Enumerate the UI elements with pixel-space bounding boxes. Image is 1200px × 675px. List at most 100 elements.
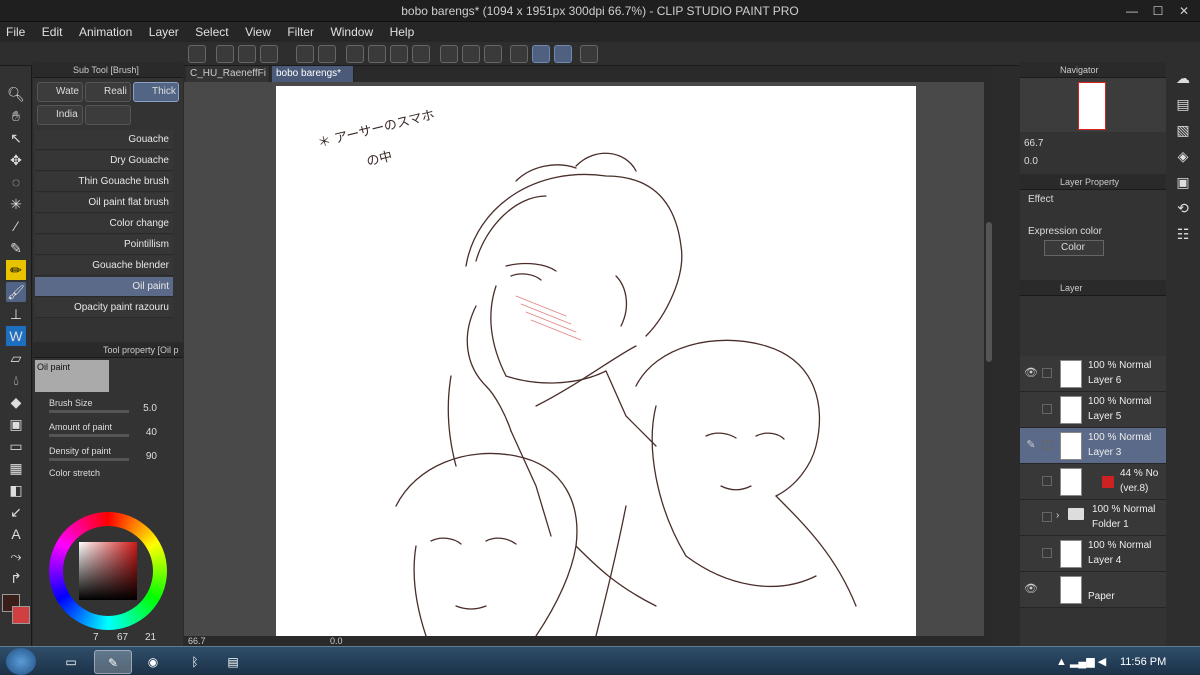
layer-row-ver8[interactable]: 44 % No (ver.8) xyxy=(1020,464,1166,500)
brush-oil-paint[interactable]: Oil paint xyxy=(35,277,173,297)
layer-row-paper[interactable]: 👁︎ Paper xyxy=(1020,572,1166,608)
canvas-area[interactable]: ＊ アーサーのスマホ の中 xyxy=(184,82,984,636)
maximize-button[interactable]: ☐ xyxy=(1150,3,1166,19)
menu-animation[interactable]: Animation xyxy=(73,22,138,42)
move-layer-icon[interactable]: ✥ xyxy=(6,150,26,170)
menu-select[interactable]: Select xyxy=(189,22,234,42)
minimize-button[interactable]: — xyxy=(1124,3,1140,19)
decoration-icon[interactable]: W xyxy=(6,326,26,346)
show-selection-icon[interactable] xyxy=(484,45,502,63)
eye-icon[interactable]: 👁︎ xyxy=(1024,582,1038,596)
lasso-tool-icon[interactable]: ◌ xyxy=(6,172,26,192)
expression-color-dropdown[interactable]: Color xyxy=(1044,240,1104,256)
brush-pointillism[interactable]: Pointillism xyxy=(35,235,173,255)
redo-icon[interactable] xyxy=(318,45,336,63)
save-icon[interactable] xyxy=(260,45,278,63)
menu-layer[interactable]: Layer xyxy=(143,22,185,42)
folder-expand-icon[interactable]: › xyxy=(1056,510,1059,521)
text-tool-icon[interactable]: A xyxy=(6,524,26,544)
layer-property-icon[interactable]: ☷ xyxy=(1173,224,1193,244)
hand-tool-icon[interactable]: ✋︎ xyxy=(6,106,26,126)
drawing-paper[interactable]: ＊ アーサーのスマホ の中 xyxy=(276,86,916,636)
fill-tool-icon[interactable]: ◆ xyxy=(6,392,26,412)
status-zoom[interactable]: 66.7 xyxy=(188,636,206,646)
zoom-tool-icon[interactable]: 🔍︎ xyxy=(6,84,26,104)
navigator-preview[interactable] xyxy=(1020,78,1166,132)
canvas-vertical-scrollbar[interactable] xyxy=(984,82,994,636)
navigator-panel-icon[interactable]: ▤ xyxy=(1173,94,1193,114)
close-button[interactable]: ✕ xyxy=(1176,3,1192,19)
blend-icon[interactable]: 💧︎ xyxy=(6,370,26,390)
airbrush-icon[interactable]: ⊥ xyxy=(6,304,26,324)
undo-icon[interactable] xyxy=(296,45,314,63)
layer-panel-icon[interactable]: ◈ xyxy=(1173,146,1193,166)
prop-brush-size-value[interactable]: 5.0 xyxy=(143,403,157,414)
ruler-icon[interactable]: ◧ xyxy=(6,480,26,500)
firefox-icon[interactable]: ◉ xyxy=(134,650,172,674)
snap-ruler-icon[interactable] xyxy=(510,45,528,63)
menu-view[interactable]: View xyxy=(239,22,277,42)
clear-outside-icon[interactable] xyxy=(368,45,386,63)
layer-row-layer-3[interactable]: ✎ 100 % Normal Layer 3 xyxy=(1020,428,1166,464)
subtool-group-india[interactable]: India xyxy=(37,105,83,125)
subview-icon[interactable]: ▧ xyxy=(1173,120,1193,140)
tab-c-hu[interactable]: C_HU_RaeneffFi xyxy=(186,66,270,82)
lock-checkbox[interactable] xyxy=(1042,476,1052,486)
open-file-icon[interactable] xyxy=(238,45,256,63)
subtool-group-watercolor[interactable]: Wate xyxy=(37,82,83,102)
color-wheel[interactable] xyxy=(49,512,167,630)
object-tool-icon[interactable]: ↖ xyxy=(6,128,26,148)
eyedropper-icon[interactable]: ⁄ xyxy=(6,216,26,236)
deselect-icon[interactable] xyxy=(440,45,458,63)
subtool-group-thick[interactable]: Thick xyxy=(133,82,179,102)
layer-row-layer-5[interactable]: 100 % Normal Layer 5 xyxy=(1020,392,1166,428)
prop-brush-size-slider[interactable] xyxy=(49,410,129,413)
subtool-group-realistic[interactable]: Reali xyxy=(85,82,131,102)
navigator-viewport[interactable] xyxy=(1078,82,1106,130)
brush-gouache-blender[interactable]: Gouache blender xyxy=(35,256,173,276)
brush-tool-icon[interactable]: 🖌︎ xyxy=(6,282,26,302)
auto-action-icon[interactable]: ▣ xyxy=(1173,172,1193,192)
lock-checkbox[interactable] xyxy=(1042,548,1052,558)
prop-brush-size[interactable]: Brush Size 5.0 xyxy=(43,398,173,418)
lock-checkbox[interactable] xyxy=(1042,440,1052,450)
status-angle[interactable]: 0.0 xyxy=(330,636,343,646)
subtool-group-extra[interactable] xyxy=(85,105,131,125)
pen-tool-icon[interactable]: ✎ xyxy=(6,238,26,258)
canvas-vertical-scroll-thumb[interactable] xyxy=(986,222,992,362)
auto-select-icon[interactable]: ✳ xyxy=(6,194,26,214)
material-icon[interactable]: ☁ xyxy=(1173,68,1193,88)
prop-amount-paint-value[interactable]: 40 xyxy=(146,427,157,438)
snap-grid-icon[interactable] xyxy=(554,45,572,63)
menu-edit[interactable]: Edit xyxy=(36,22,69,42)
menu-filter[interactable]: Filter xyxy=(281,22,320,42)
brush-gouache[interactable]: Gouache xyxy=(35,130,173,150)
brush-thin-gouache[interactable]: Thin Gouache brush xyxy=(35,172,173,192)
frame-icon[interactable]: ▦ xyxy=(6,458,26,478)
new-file-icon[interactable] xyxy=(216,45,234,63)
brush-color-change[interactable]: Color change xyxy=(35,214,173,234)
bluetooth-icon[interactable]: ᛒ xyxy=(176,650,214,674)
transform-icon[interactable] xyxy=(412,45,430,63)
menu-window[interactable]: Window xyxy=(324,22,379,42)
layer-row-layer-4[interactable]: 100 % Normal Layer 4 xyxy=(1020,536,1166,572)
clip-studio-icon[interactable] xyxy=(188,45,206,63)
brush-oil-flat[interactable]: Oil paint flat brush xyxy=(35,193,173,213)
menu-file[interactable]: File xyxy=(0,22,31,42)
file-explorer-icon[interactable]: ▤ xyxy=(214,650,252,674)
layer-row-layer-6[interactable]: 👁︎ 100 % Normal Layer 6 xyxy=(1020,356,1166,392)
tab-bobo-barengs[interactable]: bobo barengs* xyxy=(272,66,354,82)
clock[interactable]: 11:56 PM xyxy=(1120,656,1166,668)
menu-help[interactable]: Help xyxy=(384,22,421,42)
show-desktop-icon[interactable]: ▭ xyxy=(52,650,90,674)
operation-icon[interactable]: ↙ xyxy=(6,502,26,522)
clip-studio-taskbar-icon[interactable]: ✎ xyxy=(94,650,132,674)
brush-dry-gouache[interactable]: Dry Gouache xyxy=(35,151,173,171)
layer-row-folder-1[interactable]: › 100 % Normal Folder 1 xyxy=(1020,500,1166,536)
sub-color-swatch[interactable] xyxy=(12,606,30,624)
pencil-tool-icon[interactable]: ✏ xyxy=(6,260,26,280)
prop-density-paint-value[interactable]: 90 xyxy=(146,451,157,462)
invert-selection-icon[interactable] xyxy=(462,45,480,63)
prop-color-stretch[interactable]: Color stretch xyxy=(43,468,173,480)
lock-checkbox[interactable] xyxy=(1042,368,1052,378)
